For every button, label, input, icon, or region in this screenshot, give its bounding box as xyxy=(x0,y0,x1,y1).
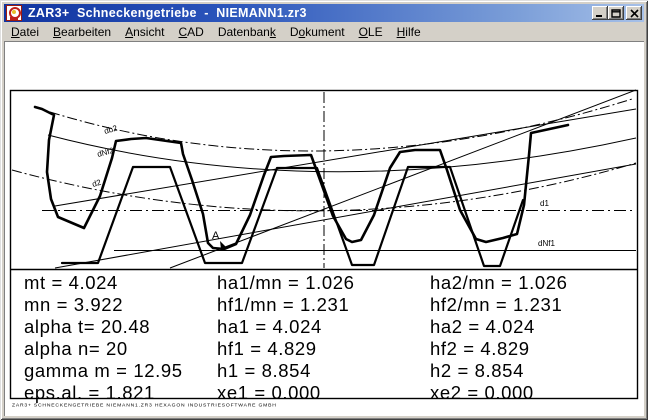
param-mn: mn = 3.922 xyxy=(24,294,123,316)
contact-line-shallow xyxy=(55,109,636,206)
param-hf2: hf2 = 4.829 xyxy=(430,338,530,360)
label-db2: db2 xyxy=(103,123,119,135)
param-ha2: ha2 = 4.024 xyxy=(430,316,535,338)
param-hf1: hf1 = 4.829 xyxy=(217,338,317,360)
fineprint-text: ZAR3+ SCHNECKENGETRIEBE NIEMANN1.ZR3 HEX… xyxy=(12,403,277,409)
param-hf2-mn: hf2/mn = 1.231 xyxy=(430,294,562,316)
param-gamma-m: gamma m = 12.95 xyxy=(24,360,183,382)
line-of-action xyxy=(55,164,636,268)
worm-thread-profile xyxy=(62,167,523,266)
param-h1: h1 = 8.854 xyxy=(217,360,311,382)
param-alpha-n: alpha n= 20 xyxy=(24,338,128,360)
param-ha1: ha1 = 4.024 xyxy=(217,316,322,338)
param-ha1-mn: ha1/mn = 1.026 xyxy=(217,272,354,294)
param-eps-al: eps.al. = 1.821 xyxy=(24,382,155,404)
param-alpha-t: alpha t= 20.48 xyxy=(24,316,150,338)
param-h2: h2 = 8.854 xyxy=(430,360,524,382)
label-d1: d1 xyxy=(540,199,549,208)
label-point-a: A xyxy=(212,230,220,242)
app-window: { "window": { "title": "ZAR3+ Schneckeng… xyxy=(0,0,648,420)
param-hf1-mn: hf1/mn = 1.231 xyxy=(217,294,349,316)
label-dNf1: dNf1 xyxy=(538,239,555,248)
param-mt: mt = 4.024 xyxy=(24,272,118,294)
param-xe2: xe2 = 0.000 xyxy=(430,382,534,404)
param-ha2-mn: ha2/mn = 1.026 xyxy=(430,272,567,294)
param-xe1: xe1 = 0.000 xyxy=(217,382,321,404)
label-d2: d2 xyxy=(91,178,103,189)
